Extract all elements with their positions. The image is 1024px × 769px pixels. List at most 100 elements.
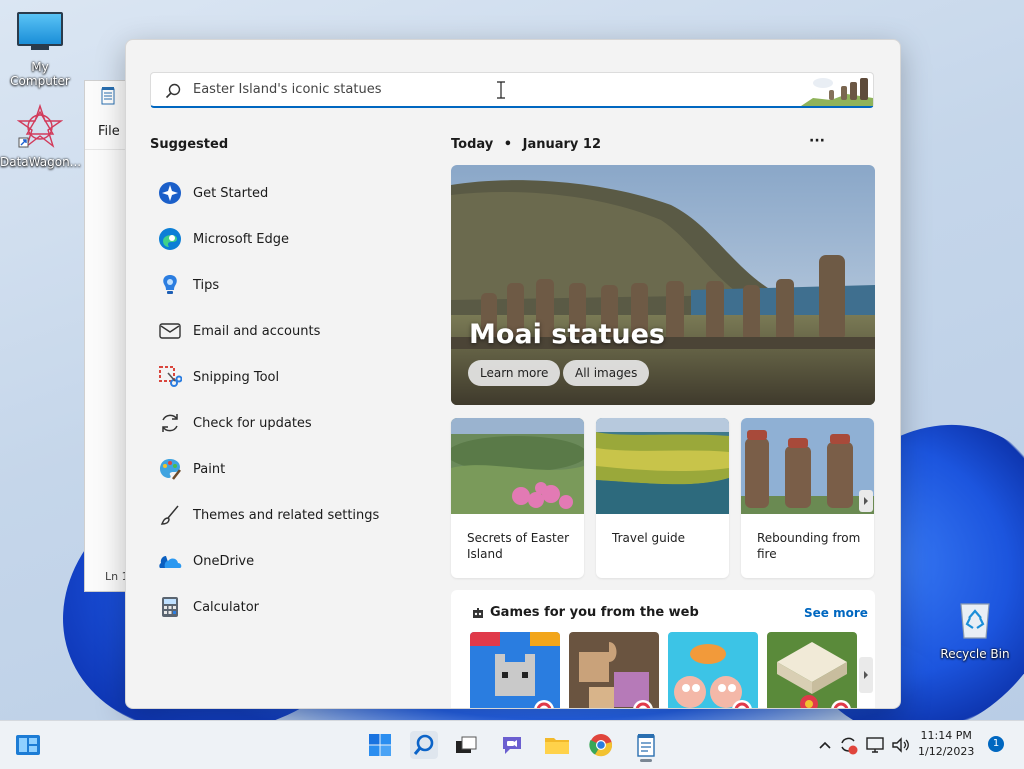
story-card[interactable]: Travel guide [596,418,729,578]
my-computer-shortcut[interactable]: My Computer [0,12,80,88]
suggested-item-label: Microsoft Edge [193,231,290,247]
edge-icon [158,227,182,251]
chrome-button[interactable] [587,731,615,759]
task-view-button[interactable] [452,731,480,759]
snipping-tool-icon [158,365,182,389]
suggested-item-themes-and-related-settings[interactable]: Themes and related settings [158,492,379,538]
suggested-item-get-started[interactable]: Get Started [158,170,379,216]
games-icon [471,606,485,624]
search-box[interactable] [150,72,874,108]
datawagon-icon [16,103,64,148]
today-separator: • [503,137,513,152]
update-tray-button[interactable] [838,731,860,759]
network-button[interactable] [864,731,886,759]
fish-cartoon-game-image [668,632,758,708]
pixel-cat-game-image [470,632,560,708]
coastline-image [596,418,729,514]
text-cursor-icon [497,81,505,99]
computer-icon [17,12,63,50]
widgets-button[interactable] [14,731,42,759]
file-menu[interactable]: File [98,124,120,139]
today-date: January 12 [522,137,602,152]
suggested-item-label: Paint [193,461,226,477]
game-tile[interactable] [569,632,659,708]
moai-hero-card[interactable]: Moai statues Learn more All images [451,165,875,405]
suggested-item-label: Themes and related settings [193,507,380,523]
moai-topknot-image [741,418,874,514]
desktop-icon-label: DataWagon... [0,155,82,169]
brush-icon [158,503,182,527]
paint-icon [158,457,182,481]
game-tile[interactable] [470,632,560,708]
file-explorer-button[interactable] [543,731,571,759]
get-started-icon [158,181,182,205]
onedrive-icon [158,549,182,573]
volume-button[interactable] [890,731,912,759]
widgets-icon [16,735,40,755]
clock-date: 1/12/2023 [918,745,975,758]
volume-icon [892,737,909,753]
notepad-taskbar-button[interactable] [632,731,660,762]
running-indicator [640,759,652,762]
suggested-item-check-for-updates[interactable]: Check for updates [158,400,379,446]
network-icon [866,737,884,753]
mail-icon [158,319,182,343]
suggested-item-email-and-accounts[interactable]: Email and accounts [158,308,379,354]
all-images-button[interactable]: All images [563,360,650,386]
suggested-item-onedrive[interactable]: OneDrive [158,538,379,584]
games-next-button[interactable] [859,657,873,693]
suggested-title: Suggested [150,137,229,152]
story-card[interactable]: Secrets of Easter Island [451,418,584,578]
notification-badge[interactable]: 1 [988,736,1004,752]
moai-search-highlight-icon [801,78,873,106]
today-header: Today • January 12 [451,137,601,152]
recycle-bin-icon [960,603,990,639]
desktop-icon-label: Recycle Bin [940,647,1010,661]
suggested-item-paint[interactable]: Paint [158,446,379,492]
mahjong-game-image [767,632,857,708]
clock[interactable]: 11:14 PM 1/12/2023 [918,728,974,760]
story-card[interactable]: Rebounding from fire [741,418,874,578]
see-more-link[interactable]: See more [804,606,868,620]
chevron-up-icon [819,741,831,749]
more-options-button[interactable]: ··· [807,133,827,153]
start-menu: Suggested Get Started Microsoft Edge Tip… [125,39,901,709]
suggested-item-label: Calculator [193,599,260,615]
suggested-item-snipping-tool[interactable]: Snipping Tool [158,354,379,400]
start-icon [369,734,391,756]
search-button[interactable] [410,731,438,759]
chrome-icon [589,734,613,757]
suggested-item-label: OneDrive [193,553,255,569]
search-icon [165,83,181,99]
show-hidden-icons-button[interactable] [815,731,835,759]
suggested-item-label: Get Started [193,185,269,201]
hero-title: Moai statues [469,319,666,350]
today-label: Today [451,137,494,152]
taskbar: 11:14 PM 1/12/2023 [0,720,1024,769]
games-section: Games for you from the web See more [451,590,875,708]
suggested-item-label: Email and accounts [193,323,321,339]
suggested-list: Get Started Microsoft Edge Tips Email an… [158,170,379,630]
update-icon [158,411,182,435]
chat-icon [503,737,521,754]
game-tile[interactable] [767,632,857,708]
crater-lake-image [451,418,584,514]
desktop-icon-label: My Computer [10,60,70,88]
card-caption: Travel guide [612,531,686,545]
suggested-item-calculator[interactable]: Calculator [158,584,379,630]
suggested-item-tips[interactable]: Tips [158,262,379,308]
tips-icon [158,273,182,297]
start-button[interactable] [366,731,394,759]
learn-more-button[interactable]: Learn more [468,360,561,386]
suggested-item-microsoft-edge[interactable]: Microsoft Edge [158,216,379,262]
recycle-bin-shortcut[interactable]: Recycle Bin [935,598,1015,661]
search-icon [413,734,434,755]
search-input[interactable] [191,81,755,98]
update-tray-icon [841,737,858,755]
notepad-icon [637,734,655,757]
datawagon-shortcut[interactable]: DataWagon... [0,103,82,169]
games-title: Games for you from the web [490,605,699,620]
chat-button[interactable] [498,731,526,759]
game-tile[interactable] [668,632,758,708]
task-view-icon [456,736,477,753]
